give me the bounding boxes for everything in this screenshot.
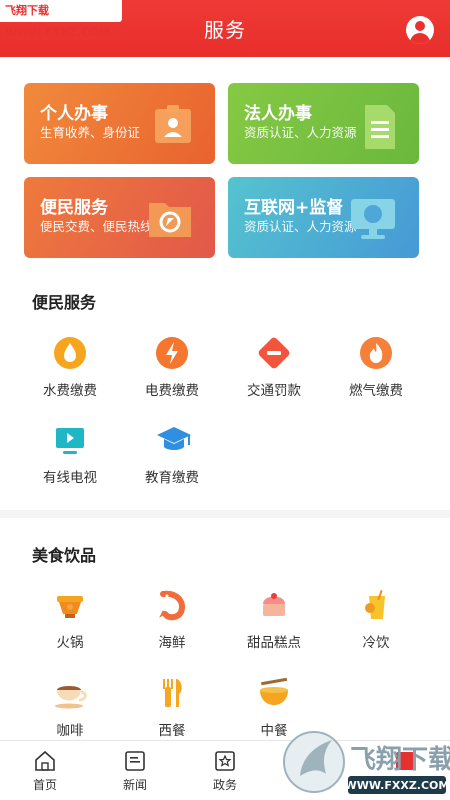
shrimp-icon bbox=[155, 588, 189, 622]
grid-item-dessert[interactable]: 甜品糕点 bbox=[229, 588, 319, 651]
tv-icon bbox=[53, 423, 87, 457]
grid-label: 火锅 bbox=[56, 635, 84, 651]
grid-item-education-fee[interactable]: 教育缴费 bbox=[127, 423, 217, 486]
coffee-icon bbox=[53, 676, 87, 710]
water-drop-icon bbox=[53, 336, 87, 370]
grid-label: 燃气缴费 bbox=[349, 383, 403, 399]
news-icon bbox=[124, 750, 146, 772]
flame-icon bbox=[359, 336, 393, 370]
grid-item-cold-drink[interactable]: 冷饮 bbox=[331, 588, 421, 651]
grid-item-western-food[interactable]: 西餐 bbox=[127, 676, 217, 739]
grid-label: 咖啡 bbox=[56, 723, 84, 739]
grid-label: 电费缴费 bbox=[145, 383, 199, 399]
cake-icon bbox=[257, 588, 291, 622]
grid-label: 水费缴费 bbox=[43, 383, 97, 399]
grid-label: 甜品糕点 bbox=[247, 635, 301, 651]
section-title-food: 美食饮品 bbox=[32, 546, 97, 565]
tab-label: 首页 bbox=[32, 778, 57, 792]
card-corporate-affairs[interactable]: 法人办事 资质认证、人力资源 bbox=[228, 83, 419, 164]
card-title: 便民服务 bbox=[40, 198, 108, 218]
tab-label: 新闻 bbox=[122, 778, 147, 792]
grid-item-electricity-fee[interactable]: 电费缴费 bbox=[127, 336, 217, 399]
card-internet-supervision[interactable]: 互联网+监督 资质认证、人力资源 bbox=[228, 177, 419, 258]
card-subtitle: 便民交费、便民热线 bbox=[40, 219, 153, 234]
home-icon bbox=[34, 750, 56, 772]
fork-knife-icon bbox=[155, 676, 189, 710]
card-subtitle: 资质认证、人力资源 bbox=[244, 125, 357, 140]
no-entry-icon bbox=[257, 336, 291, 370]
section-divider bbox=[0, 510, 450, 518]
lightning-icon bbox=[155, 336, 189, 370]
grid-label: 教育缴费 bbox=[145, 470, 199, 486]
card-personal-affairs[interactable]: 个人办事 生育收养、身份证 bbox=[24, 83, 215, 164]
user-avatar-icon[interactable] bbox=[406, 16, 434, 44]
card-convenience-services[interactable]: 便民服务 便民交费、便民热线 bbox=[24, 177, 215, 258]
svg-text:飞翔下载: 飞翔下载 bbox=[350, 745, 450, 775]
card-title: 法人办事 bbox=[244, 104, 312, 124]
card-title: 个人办事 bbox=[40, 104, 108, 124]
grid-label: 海鲜 bbox=[158, 635, 186, 651]
grid-item-coffee[interactable]: 咖啡 bbox=[25, 676, 115, 739]
watermark-logo: 飞翔下载 WWW.FXXZ.COM bbox=[280, 716, 450, 800]
tab-label: 政务 bbox=[212, 778, 237, 792]
card-subtitle: 生育收养、身份证 bbox=[40, 125, 141, 140]
tab-government[interactable]: 政务 bbox=[180, 741, 270, 800]
card-subtitle: 资质认证、人力资源 bbox=[244, 219, 357, 234]
grid-label: 冷饮 bbox=[362, 635, 390, 651]
grid-label: 有线电视 bbox=[43, 470, 97, 486]
grid-item-gas-fee[interactable]: 燃气缴费 bbox=[331, 336, 421, 399]
folder-compass-icon bbox=[147, 197, 193, 243]
svg-text:WWW.FXXZ.COM: WWW.FXXZ.COM bbox=[345, 779, 450, 792]
monitor-icon bbox=[349, 197, 397, 245]
id-badge-icon bbox=[153, 103, 193, 149]
cold-drink-icon bbox=[359, 588, 393, 622]
grid-item-water-fee[interactable]: 水费缴费 bbox=[25, 336, 115, 399]
section-title-convenience: 便民服务 bbox=[32, 293, 97, 312]
grid-item-hotpot[interactable]: 火锅 bbox=[25, 588, 115, 651]
tab-news[interactable]: 新闻 bbox=[90, 741, 180, 800]
document-icon bbox=[363, 103, 397, 155]
card-title: 互联网+监督 bbox=[244, 198, 344, 218]
noodle-bowl-icon bbox=[257, 676, 291, 710]
government-icon bbox=[214, 750, 236, 772]
graduation-cap-icon bbox=[155, 423, 191, 457]
grid-label: 西餐 bbox=[158, 723, 186, 739]
grid-item-cable-tv[interactable]: 有线电视 bbox=[25, 423, 115, 486]
grid-item-seafood[interactable]: 海鲜 bbox=[127, 588, 217, 651]
watermark-top: 飞翔下载 WWW.FXXZ.COM bbox=[0, 0, 122, 39]
grid-label: 交通罚款 bbox=[247, 383, 301, 399]
hotpot-icon bbox=[53, 588, 87, 622]
grid-item-traffic-fine[interactable]: 交通罚款 bbox=[229, 336, 319, 399]
tab-home[interactable]: 首页 bbox=[0, 741, 90, 800]
